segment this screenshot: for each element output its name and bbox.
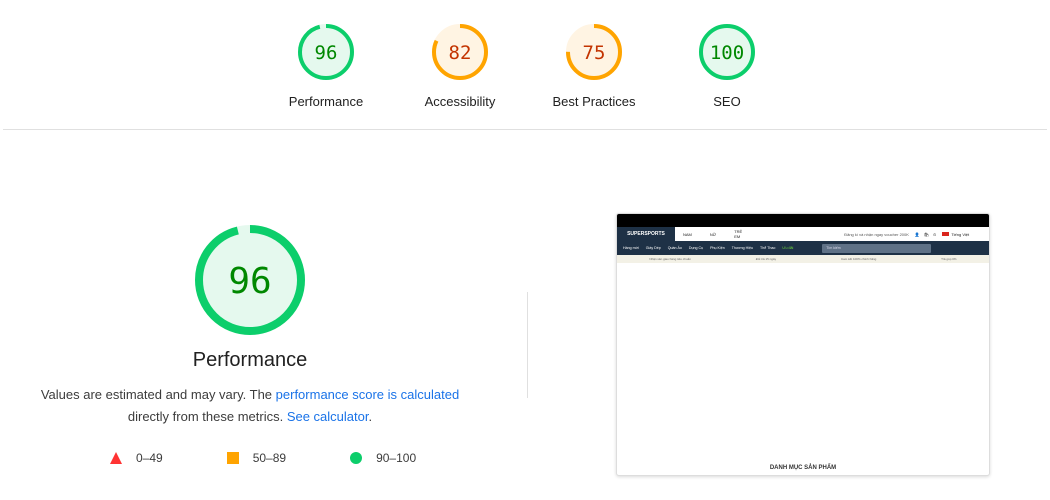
promo: Nhận sản giao hàng tiêu chuẩn xyxy=(649,257,691,261)
screenshot-topbar xyxy=(617,214,989,227)
language: Tiếng Việt xyxy=(951,231,970,237)
voucher-text: Đăng kí và nhận ngay voucher 200K xyxy=(844,231,909,237)
nav-item: Thể Thao xyxy=(760,246,776,250)
nav-item: Thương Hiệu xyxy=(731,246,754,250)
screenshot-header: SUPERSPORTS NAM NỮ TRẺ EM Đăng kí và nhậ… xyxy=(617,227,989,241)
gauge-ring: 75 xyxy=(566,24,622,80)
legend-range: 90–100 xyxy=(376,451,417,465)
legend-range: 50–89 xyxy=(252,451,287,465)
search-input: Tìm kiếm xyxy=(822,243,932,253)
performance-gauge-large: 96 Performance xyxy=(130,225,370,372)
legend-average: 50–89 xyxy=(226,451,287,465)
score-calculated-link[interactable]: performance score is calculated xyxy=(276,387,460,402)
nav-item: Quần Áo xyxy=(667,246,682,250)
promo: Cam kết 100% chính hãng xyxy=(840,257,877,261)
square-icon xyxy=(226,452,239,464)
triangle-icon xyxy=(110,452,122,464)
nav-item: Hàng mới xyxy=(623,246,639,250)
gauge-score: 75 xyxy=(583,42,606,64)
see-calculator-link[interactable]: See calculator xyxy=(287,409,369,424)
category-heading: DANH MỤC SẢN PHẨM xyxy=(769,465,837,471)
gauge-seo[interactable]: 100 SEO xyxy=(667,24,787,109)
circle-icon xyxy=(350,452,363,464)
nav-item: Dụng Cụ xyxy=(688,246,704,250)
tab: NAM xyxy=(683,231,692,237)
location-icon: ⊙ xyxy=(932,231,937,237)
score-legend: 0–49 50–89 90–100 xyxy=(110,451,416,465)
logo: SUPERSPORTS xyxy=(617,227,675,241)
legend-range: 0–49 xyxy=(136,451,163,465)
divider xyxy=(3,129,1047,130)
gauge-label: SEO xyxy=(713,94,741,109)
legend-fail: 0–49 xyxy=(110,451,163,465)
user-icon: 👤 xyxy=(914,231,920,237)
gauge-score: 96 xyxy=(228,261,271,302)
nav-item: Giày Dép xyxy=(645,246,661,250)
gauge-performance[interactable]: 96 Performance xyxy=(266,24,386,109)
promo: Đổi trả 15 ngày xyxy=(755,257,777,261)
gauge-score: 96 xyxy=(315,42,338,64)
performance-description: Values are estimated and may vary. The p… xyxy=(20,384,480,428)
gauge-label: Best Practices xyxy=(552,94,636,109)
desc-text: . xyxy=(368,409,373,424)
nav-item: Phụ Kiện xyxy=(710,246,725,250)
gauge-best-practices[interactable]: 75 Best Practices xyxy=(534,24,654,109)
tab: TRẺ EM xyxy=(734,229,743,239)
gauge-label: Accessibility xyxy=(424,94,496,109)
gauge-score: 100 xyxy=(710,42,744,64)
gauge-score: 82 xyxy=(449,42,472,64)
gauge-ring: 100 xyxy=(699,24,755,80)
tab: NỮ xyxy=(709,231,717,237)
promo-bar: Nhận sản giao hàng tiêu chuẩn Đổi trả 15… xyxy=(617,255,989,263)
legend-pass: 90–100 xyxy=(350,451,416,465)
page-screenshot[interactable]: SUPERSPORTS NAM NỮ TRẺ EM Đăng kí và nhậ… xyxy=(616,213,990,476)
gauge-accessibility[interactable]: 82 Accessibility xyxy=(400,24,520,109)
cart-icon: 🛍 xyxy=(923,231,929,237)
performance-title: Performance xyxy=(192,349,308,371)
nav-item: Ưu đãi xyxy=(782,246,794,250)
gauge-label: Performance xyxy=(288,94,364,109)
gauge-ring: 96 xyxy=(298,24,354,80)
promo: Trả góp 0% xyxy=(941,257,957,261)
flag-icon xyxy=(942,232,950,236)
screenshot-nav: Hàng mới Giày Dép Quần Áo Dụng Cụ Phụ Kiện Th… xyxy=(617,241,989,255)
divider xyxy=(527,292,528,398)
desc-text: directly from these metrics. xyxy=(127,409,287,424)
gauge-ring: 82 xyxy=(432,24,488,80)
desc-text: Values are estimated and may vary. The xyxy=(40,387,276,402)
gauge-ring: 96 xyxy=(195,225,305,335)
